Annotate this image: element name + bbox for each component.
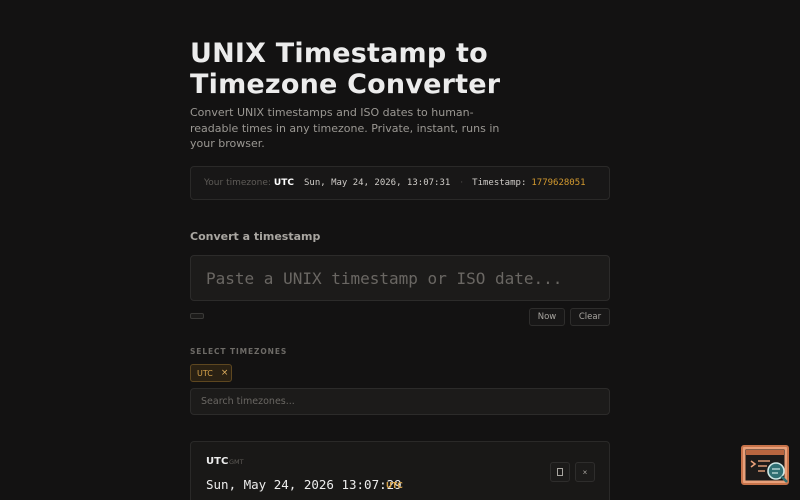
timezone-chip-utc[interactable]: UTC × bbox=[190, 364, 232, 382]
remove-result-button[interactable]: × bbox=[575, 462, 595, 482]
timezone-value: UTC bbox=[273, 178, 294, 188]
timestamp-value: 1779628051 bbox=[531, 178, 586, 188]
copy-icon bbox=[557, 468, 563, 476]
result-card-utc: UTC GMT Sun, May 24, 2026 13:07:29 UTC × bbox=[190, 441, 610, 500]
now-button[interactable]: Now bbox=[529, 308, 565, 326]
floating-widget-button[interactable] bbox=[741, 445, 789, 485]
terminal-search-icon bbox=[745, 449, 788, 483]
clear-button[interactable]: Clear bbox=[570, 308, 610, 326]
status-bar: Your timezone: UTC Sun, May 24, 2026, 13… bbox=[190, 166, 610, 200]
convert-section-title: Convert a timestamp bbox=[190, 230, 321, 243]
result-abbr: UTC bbox=[386, 481, 403, 490]
timezone-search-input[interactable] bbox=[190, 388, 610, 415]
result-timezone: UTC bbox=[206, 456, 229, 467]
timezone-chip-label: UTC bbox=[197, 368, 213, 378]
page-title: UNIX Timestamp to Timezone Converter bbox=[190, 38, 620, 100]
timestamp-input[interactable] bbox=[190, 255, 610, 301]
timestamp-label: Timestamp: bbox=[472, 178, 527, 188]
page-subtitle: Convert UNIX timestamps and ISO dates to… bbox=[190, 106, 500, 150]
status-separator: · bbox=[460, 178, 464, 188]
result-offset: GMT bbox=[229, 458, 244, 466]
remove-chip-icon[interactable]: × bbox=[221, 368, 229, 378]
result-time: Sun, May 24, 2026 13:07:29 bbox=[206, 477, 402, 492]
copy-button[interactable] bbox=[550, 462, 570, 482]
page-title-line1: UNIX Timestamp to bbox=[190, 38, 488, 69]
format-indicator bbox=[190, 313, 204, 319]
page-title-line2: Timezone Converter bbox=[190, 69, 501, 100]
select-timezones-heading: SELECT TIMEZONES bbox=[190, 347, 288, 356]
timezone-label: Your timezone: bbox=[204, 178, 271, 188]
current-time: Sun, May 24, 2026, 13:07:31 bbox=[303, 178, 451, 188]
